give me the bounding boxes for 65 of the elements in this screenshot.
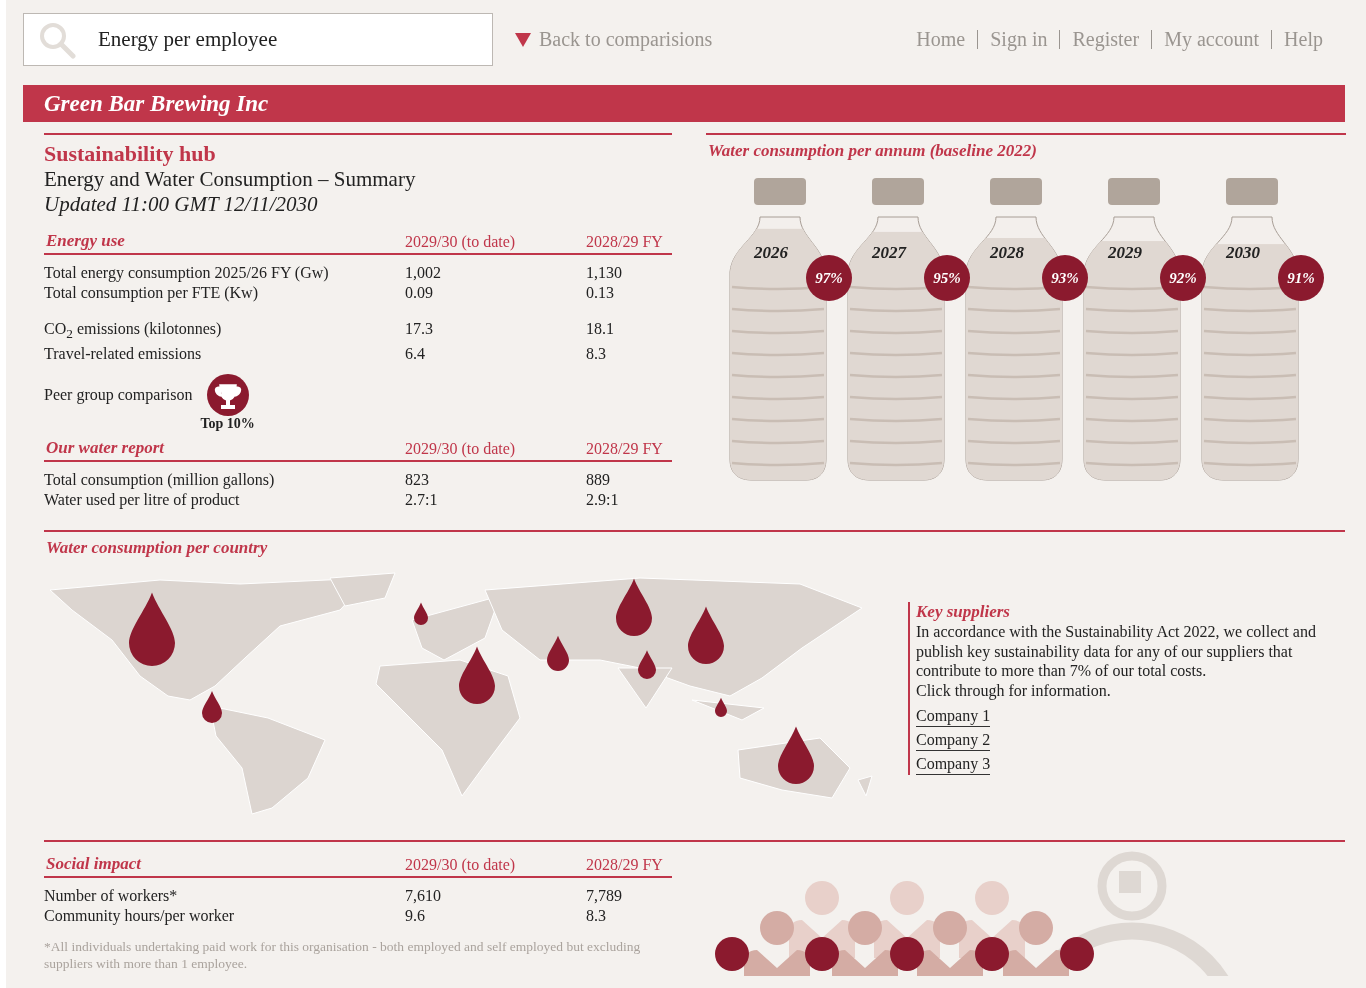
table-cell-text: 9.6 [405, 906, 426, 927]
table-cell-text: 8.3 [586, 906, 607, 927]
row-label: Water used per litre of product [44, 490, 241, 511]
bottle-year: 2029 [1108, 243, 1142, 263]
row-label: Total consumption (million gallons) [44, 470, 276, 491]
column-heading: 2028/29 FY [586, 440, 664, 459]
nav-link[interactable]: Home [916, 28, 966, 51]
footnote: *All individuals undertaking paid work for this organisation - both employed and self employed but excluding suppliers with more than 1 employee. [44, 938, 642, 973]
column-heading: 2029/30 (to date) [405, 233, 517, 251]
trophy-icon [206, 374, 249, 417]
bottle-year: 2026 [754, 243, 788, 263]
column-heading: 2028/29 FY [586, 233, 664, 251]
table-cell-text: 6.4 [405, 344, 426, 365]
table-cell-text: 2.9:1 [586, 490, 620, 511]
column-heading: 2028/29 FY [586, 856, 664, 875]
row-label: Travel-related emissions [44, 344, 203, 365]
table-cell-text: 2.7:1 [405, 490, 439, 511]
suppliers-heading: Key suppliers [916, 602, 1011, 623]
table-cell-text: 889 [586, 470, 611, 491]
section-heading: Water consumption per country [45, 538, 269, 559]
column-heading: 2029/30 (to date) [405, 440, 517, 459]
row-label: Total energy consumption 2025/26 FY (Gw) [44, 263, 330, 283]
peer-rank: Top 10% [200, 416, 255, 433]
table-cell-text: 0.13 [586, 283, 615, 303]
suppliers-text: In accordance with the Sustainability Act 2022, we collect and publish key sustainability data for any of our suppliers that contribute to more than 7% of our total costs. [916, 622, 1317, 681]
company-link[interactable]: Company 3 [916, 754, 991, 776]
nav-link[interactable]: My account [1164, 28, 1260, 51]
row-label: Total consumption per FTE (Kw) [44, 283, 259, 303]
table-cell-text: 8.3 [586, 344, 607, 365]
suppliers-note: Click through for information. [916, 680, 1112, 701]
row-label: Community hours/per worker [44, 906, 236, 927]
row-label: Number of workers* [44, 886, 179, 907]
bottle-year: 2028 [990, 243, 1024, 263]
nav-link[interactable]: Help [1284, 28, 1323, 51]
company-link[interactable]: Company 2 [916, 730, 991, 752]
table-cell-text: 7,610 [405, 886, 442, 907]
page-subtitle: Energy and Water Consumption – Summary [44, 167, 417, 192]
row-label: CO$_{2}$ emissions (kilotonnes) [44, 319, 223, 344]
hub-title: Sustainability hub [44, 141, 217, 167]
table-cell-text: 1,130 [586, 263, 623, 283]
nav-link[interactable]: Register [1072, 28, 1140, 51]
table-cell-text: 17.3 [405, 319, 434, 339]
chart-title: Water consumption per annum (baseline 2022) [707, 141, 1038, 161]
table-cell-text: 823 [405, 470, 430, 491]
section-heading: Social impact [45, 854, 143, 875]
table-cell-text: 18.1 [586, 319, 615, 339]
company-name: Green Bar Brewing Inc [44, 90, 269, 117]
table-cell-text: 0.09 [405, 283, 434, 303]
back-link[interactable]: Back to comparisions [515, 28, 713, 51]
company-link[interactable]: Company 1 [916, 706, 991, 728]
updated-time: Updated 11:00 GMT 12/11/2030 [44, 192, 319, 217]
search-input[interactable]: Energy per employee [96, 26, 440, 53]
section-heading: Our water report [45, 438, 166, 459]
table-cell-text: 1,002 [405, 263, 442, 283]
section-heading: Energy use [45, 231, 126, 251]
column-heading: 2029/30 (to date) [405, 856, 517, 875]
bottle-year: 2030 [1226, 243, 1260, 263]
percent-badge: 91% [1278, 255, 1324, 301]
peer-label: Peer group comparison [44, 386, 193, 405]
nav-link[interactable]: Sign in [990, 28, 1048, 51]
bottle-year: 2027 [872, 243, 906, 263]
table-cell-text: 7,789 [586, 886, 623, 907]
search-icon [38, 20, 76, 59]
search-field[interactable]: Energy per employee [23, 13, 493, 66]
triangle-down-icon [515, 32, 531, 47]
